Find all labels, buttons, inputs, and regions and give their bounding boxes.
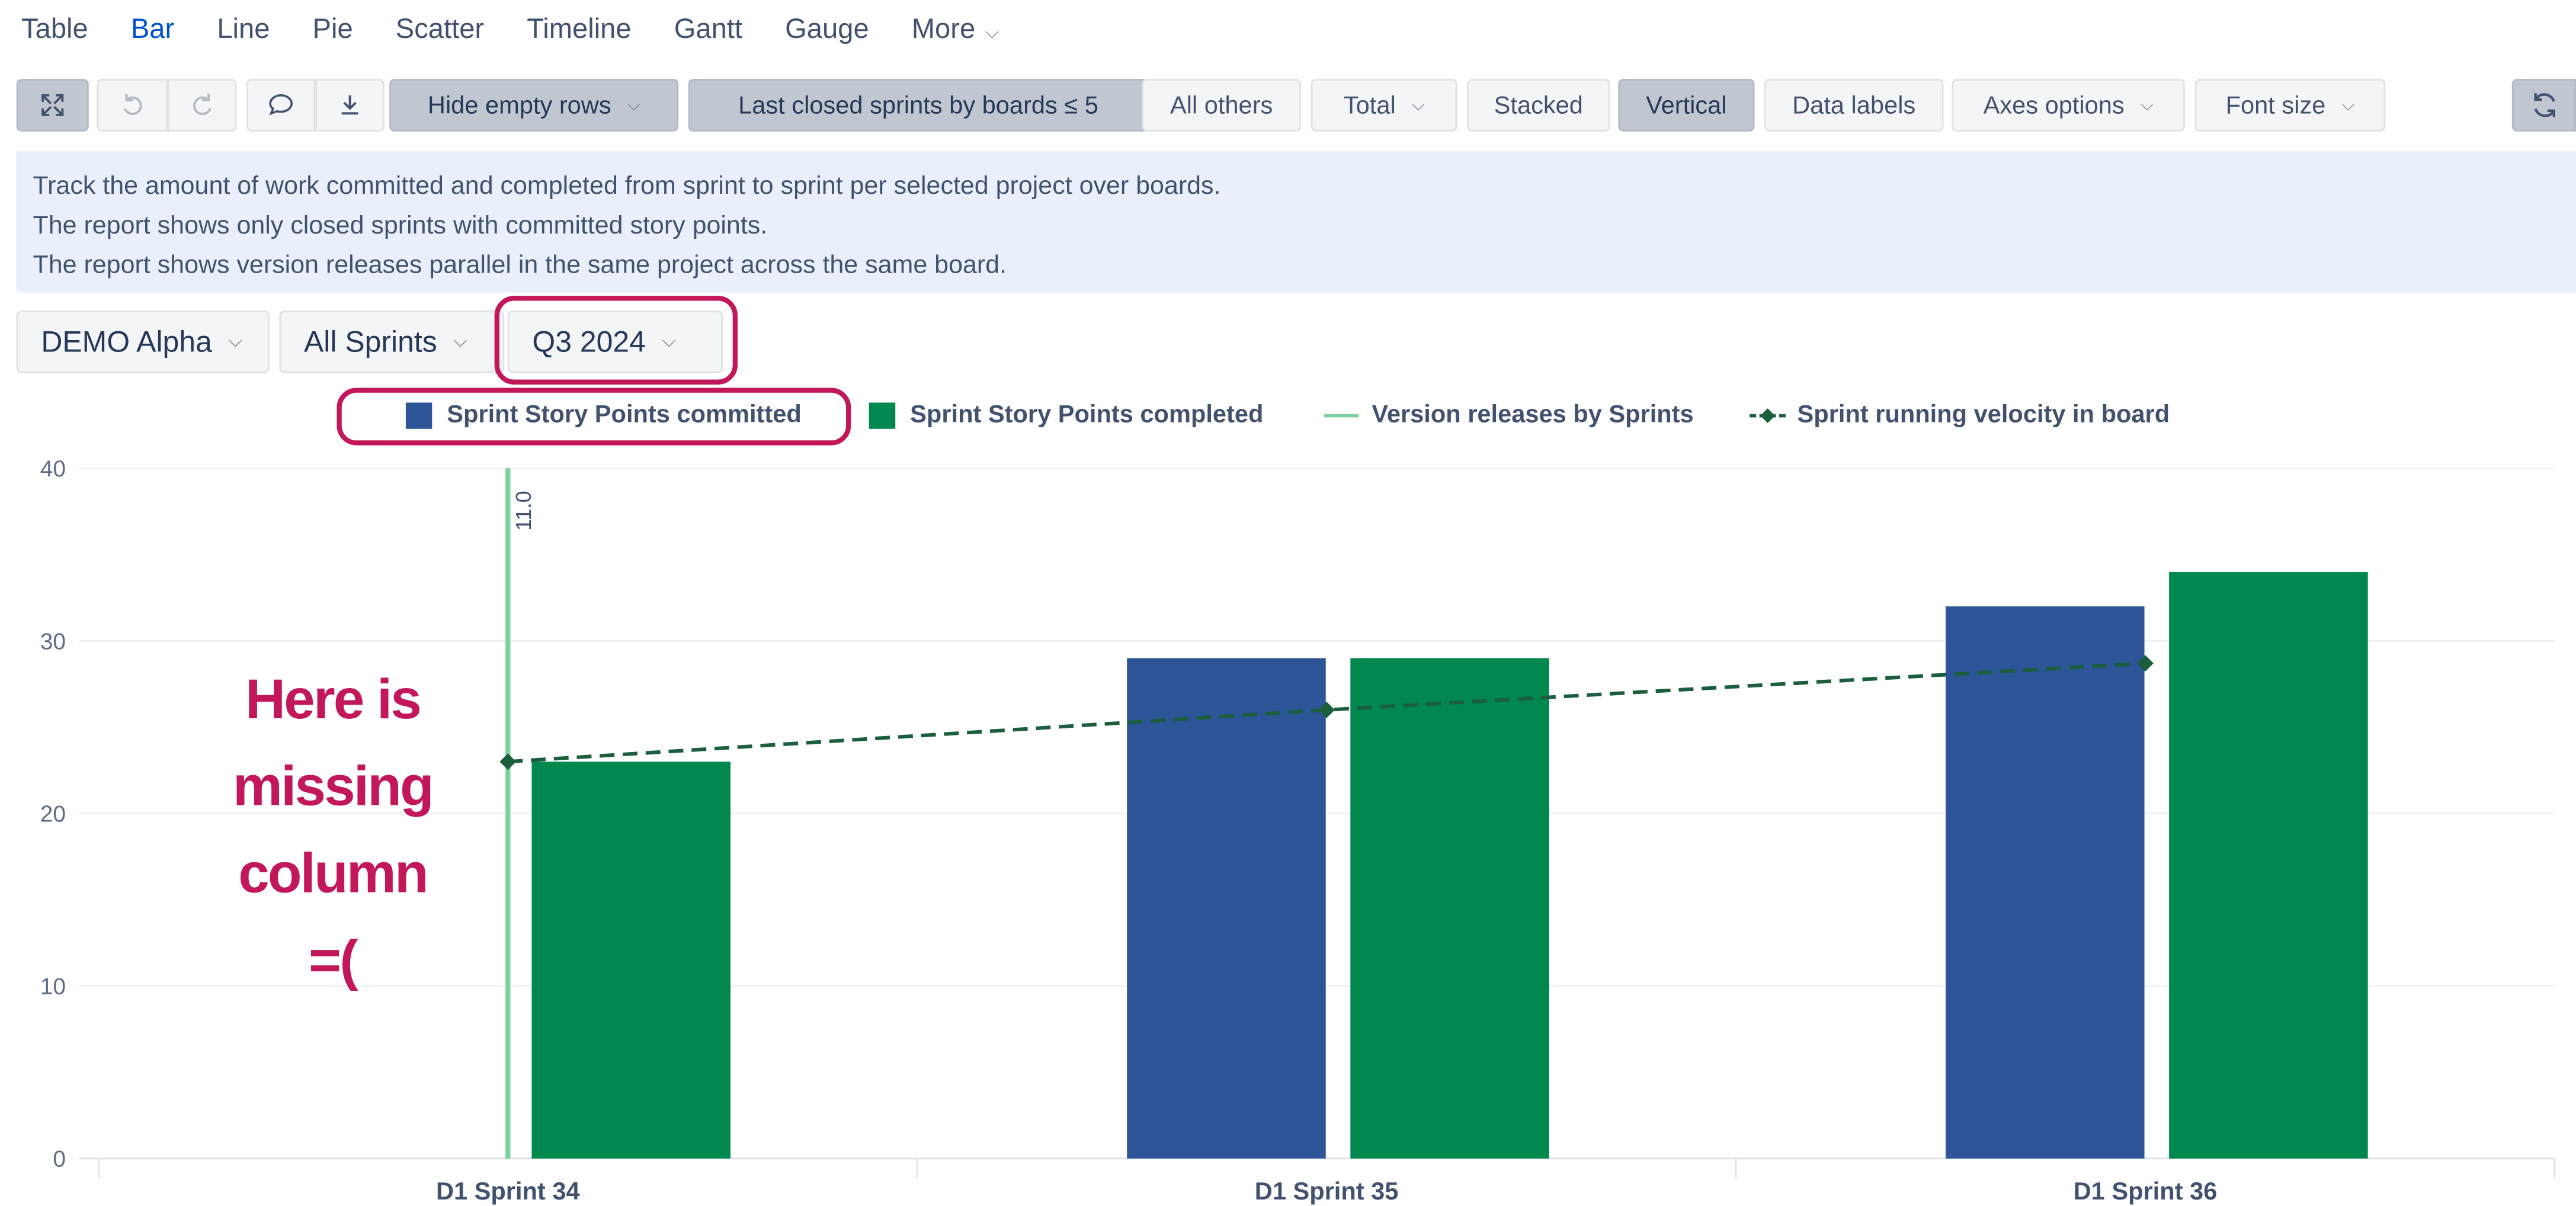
y-tick-label: 10 <box>40 974 66 1000</box>
annotation-line-3: column <box>238 843 428 906</box>
bar-completed <box>2169 571 2368 1159</box>
project-select[interactable]: DEMO Alpha ⌵ <box>16 311 270 373</box>
sprints-select[interactable]: All Sprints ⌵ <box>279 311 505 373</box>
fullscreen-icon <box>41 94 64 117</box>
legend-label-releases: Version releases by Sprints <box>1372 401 1694 429</box>
redo-button[interactable] <box>167 79 237 132</box>
all-others-button[interactable]: All others <box>1142 79 1302 132</box>
last-closed-sprints-button[interactable]: Last closed sprints by boards ≤ 5 <box>688 79 1149 132</box>
sprints-select-value: All Sprints <box>303 324 437 358</box>
x-tick-label: D1 Sprint 36 <box>2074 1177 2218 1205</box>
font-size-dropdown[interactable]: Font size ⌵ <box>2194 79 2386 132</box>
highlight-committed-legend <box>337 388 851 446</box>
annotation-line-2: missing <box>233 756 434 818</box>
vertical-button[interactable]: Vertical <box>1618 79 1755 132</box>
undo-button[interactable] <box>97 79 168 132</box>
annotation-note: Here is missing column =( <box>197 657 469 1006</box>
refresh-button[interactable] <box>2511 79 2576 132</box>
axes-options-label: Axes options <box>1983 91 2125 120</box>
x-tick-label: D1 Sprint 35 <box>1255 1177 1399 1205</box>
undo-icon <box>123 94 142 116</box>
velocity-point <box>499 753 517 770</box>
hide-empty-rows-dropdown[interactable]: Hide empty rows ⌵ <box>389 79 679 132</box>
legend-swatch-completed <box>869 401 896 428</box>
legend-label-velocity: Sprint running velocity in board <box>1797 401 2170 429</box>
hide-empty-rows-label: Hide empty rows <box>427 91 611 120</box>
font-size-label: Font size <box>2225 91 2326 120</box>
description-line-1: Track the amount of work committed and c… <box>33 172 1221 201</box>
axes-options-dropdown[interactable]: Axes options ⌵ <box>1952 79 2185 132</box>
y-tick-label: 30 <box>40 629 66 654</box>
bar-completed <box>1350 658 1549 1159</box>
toolbar: Hide empty rows ⌵ Last closed sprints by … <box>16 79 2576 135</box>
legend-item-releases[interactable]: Version releases by Sprints <box>1324 401 1694 429</box>
y-tick-label: 20 <box>40 801 66 827</box>
stacked-button[interactable]: Stacked <box>1467 79 1610 132</box>
download-button[interactable] <box>315 79 385 132</box>
legend-label-completed: Sprint Story Points completed <box>910 401 1264 429</box>
bar-committed <box>1946 606 2145 1159</box>
chevron-down-icon: ⌵ <box>453 331 467 351</box>
legend-swatch-releases <box>1324 413 1359 417</box>
comment-button[interactable] <box>246 79 316 132</box>
highlight-period-select <box>494 296 738 385</box>
chevron-down-icon: ⌵ <box>2141 96 2154 114</box>
chevron-down-icon: ⌵ <box>1412 96 1425 114</box>
download-icon <box>341 95 358 115</box>
project-select-value: DEMO Alpha <box>41 324 212 358</box>
description-line-2: The report shows only closed sprints wit… <box>33 212 768 240</box>
total-dropdown[interactable]: Total ⌵ <box>1311 79 1457 132</box>
version-release-label: 11.0 <box>511 491 536 530</box>
report-description: Track the amount of work committed and c… <box>16 151 2576 293</box>
legend-item-completed[interactable]: Sprint Story Points completed <box>869 401 1264 429</box>
comment-icon <box>269 94 293 116</box>
annotation-line-4: =( <box>309 930 358 993</box>
annotation-line-1: Here is <box>245 668 422 731</box>
total-label: Total <box>1343 91 1396 120</box>
refresh-icon <box>2533 93 2555 117</box>
x-tick-label: D1 Sprint 34 <box>436 1177 580 1205</box>
legend-swatch-velocity <box>1750 407 1786 423</box>
legend-item-velocity[interactable]: Sprint running velocity in board <box>1750 401 2170 429</box>
data-labels-button[interactable]: Data labels <box>1764 79 1944 132</box>
chevron-down-icon: ⌵ <box>2342 96 2355 114</box>
chevron-down-icon: ⌵ <box>228 331 242 351</box>
description-line-3: The report shows version releases parall… <box>33 251 1007 280</box>
y-tick-label: 40 <box>40 456 66 482</box>
y-tick-label: 0 <box>53 1147 66 1172</box>
bar-completed <box>531 762 731 1159</box>
chevron-down-icon: ⌵ <box>627 96 640 114</box>
report-panel: Hide empty rows ⌵ Last closed sprints by … <box>0 0 2576 1206</box>
bar-committed <box>1127 658 1326 1159</box>
redo-icon <box>193 94 212 116</box>
fullscreen-button[interactable] <box>16 79 89 132</box>
